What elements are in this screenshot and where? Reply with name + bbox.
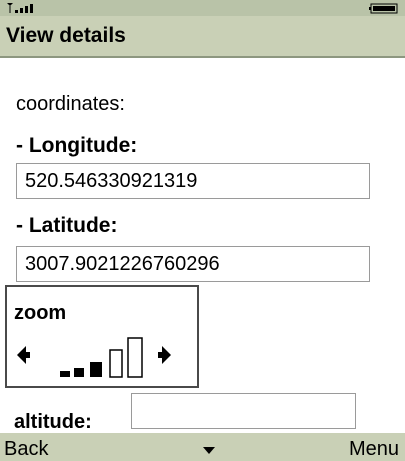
longitude-field[interactable]: 520.546330921319 <box>16 163 370 199</box>
latitude-label: - Latitude: <box>16 214 118 237</box>
altitude-label: altitude: <box>14 411 92 433</box>
title-bar: View details <box>0 16 405 58</box>
altitude-field[interactable] <box>131 393 356 429</box>
zoom-level-bar <box>74 368 84 377</box>
zoom-level-indicator <box>17 337 171 378</box>
zoom-control[interactable]: zoom <box>5 285 199 388</box>
arrow-right-icon <box>162 346 171 364</box>
back-softkey[interactable]: Back <box>4 438 48 461</box>
longitude-label: - Longitude: <box>16 134 138 157</box>
latitude-field[interactable]: 3007.9021226760296 <box>16 246 370 282</box>
menu-softkey[interactable]: Menu <box>349 438 399 461</box>
zoom-level-bar <box>109 349 123 378</box>
scroll-down-icon <box>203 447 215 454</box>
battery-icon <box>369 3 398 14</box>
phone-screen: View details coordinates: - Longitude: 5… <box>0 0 405 461</box>
arrow-left-icon <box>17 346 26 364</box>
signal-strength-icon <box>7 3 33 13</box>
zoom-level-bar <box>127 337 143 378</box>
page-title: View details <box>6 24 126 47</box>
zoom-level-bar <box>90 362 102 377</box>
coordinates-label: coordinates: <box>16 93 125 115</box>
zoom-level-bar <box>60 371 70 377</box>
status-bar <box>0 0 405 16</box>
softkey-bar: Back Menu <box>0 433 405 461</box>
